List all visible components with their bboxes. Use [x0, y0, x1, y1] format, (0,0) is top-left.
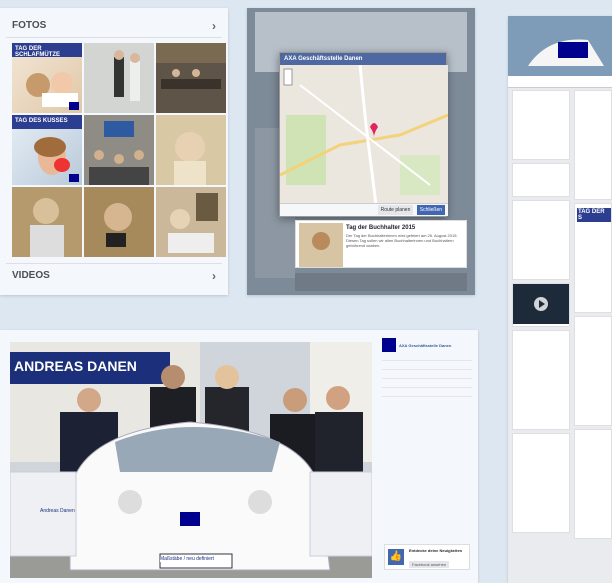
- sign-text: ANDREAS DANEN: [14, 358, 137, 374]
- right-column: TAG DER S: [574, 90, 612, 542]
- post-card[interactable]: [574, 90, 612, 200]
- post-text: Der Tag der Buchhalterinnen wird gefeier…: [346, 233, 458, 248]
- promo-title: Entdecke deine Neuigkeiten: [409, 548, 463, 553]
- chevron-right-icon[interactable]: ›: [212, 19, 216, 33]
- post-title: Tag der Buchhalter 2015: [346, 225, 416, 231]
- post-card[interactable]: [574, 429, 612, 539]
- close-button[interactable]: Schließen: [416, 205, 445, 215]
- videos-block[interactable]: [512, 283, 570, 327]
- map-view[interactable]: [280, 65, 448, 205]
- photos-block[interactable]: [512, 200, 570, 280]
- sidebar-row: [382, 372, 472, 379]
- post-card[interactable]: [574, 316, 612, 426]
- route-button[interactable]: Route planen: [377, 205, 414, 215]
- post-preview[interactable]: Tag der Buchhalter 2015 Der Tag der Buch…: [295, 220, 467, 268]
- map-dialog-panel: AXA Geschäftsstelle Danen Route planen S…: [247, 8, 475, 295]
- axa-logo-icon: [69, 174, 79, 182]
- photo-tile[interactable]: TAG DER SCHLAFMÜTZE: [12, 43, 82, 113]
- map-dialog: AXA Geschäftsstelle Danen Route planen S…: [279, 52, 448, 217]
- promo-button[interactable]: Facebook ansehen: [409, 561, 450, 568]
- axa-logo-icon: [69, 102, 79, 110]
- likes-block: [512, 433, 570, 533]
- page-avatar[interactable]: [382, 338, 396, 352]
- photo-tile[interactable]: [156, 187, 226, 257]
- photos-header[interactable]: FOTOS ›: [6, 14, 222, 38]
- team-photo-panel: ANDREAS DANEN Andreas Danen Maßstäbe / n…: [0, 330, 478, 583]
- left-column: [512, 90, 570, 536]
- photo-tile[interactable]: TAG DES KUSSES: [12, 115, 82, 185]
- photos-title: FOTOS: [12, 20, 47, 31]
- photo-tile[interactable]: [156, 43, 226, 113]
- door-name: Andreas Danen: [40, 508, 75, 514]
- cover-photo[interactable]: [508, 16, 612, 76]
- dialog-footer: Route planen Schließen: [280, 203, 448, 216]
- posts-block: [512, 330, 570, 430]
- post-card[interactable]: TAG DER S: [574, 203, 612, 313]
- page-sidebar: AXA Geschäftsstelle Danen 👍 Entdecke dei…: [382, 338, 472, 578]
- photo-tile[interactable]: [12, 187, 82, 257]
- sidebar-row: [382, 381, 472, 388]
- post-tag: TAG DER S: [577, 208, 611, 222]
- facebook-page-strip: TAG DER S: [508, 16, 612, 583]
- team-photo[interactable]: ANDREAS DANEN Andreas Danen Maßstäbe / n…: [10, 342, 372, 578]
- car-slogan: Maßstäbe / neu definiert: [160, 556, 214, 562]
- sidebar-row: [382, 390, 472, 397]
- photo-tile[interactable]: [84, 115, 154, 185]
- page-tabs[interactable]: [508, 76, 612, 88]
- sidebar-row: [382, 363, 472, 370]
- photo-tile[interactable]: [84, 43, 154, 113]
- photo-tile[interactable]: [156, 115, 226, 185]
- videos-title: VIDEOS: [12, 270, 50, 281]
- chevron-right-icon[interactable]: ›: [212, 269, 216, 283]
- sidebar-row: [382, 354, 472, 361]
- photo-tile[interactable]: [84, 187, 154, 257]
- info-block: [512, 90, 570, 160]
- photo-grid: TAG DER SCHLAFMÜTZE TAG DES KUSSES: [12, 43, 226, 257]
- map-block[interactable]: [512, 163, 570, 197]
- dialog-title: AXA Geschäftsstelle Danen: [280, 53, 446, 65]
- photos-panel: FOTOS › TAG DER SCHLAFMÜTZE TAG DES KUSS…: [0, 8, 228, 295]
- page-name[interactable]: AXA Geschäftsstelle Danen: [399, 343, 451, 348]
- videos-header[interactable]: VIDEOS ›: [6, 263, 222, 287]
- promo-card[interactable]: 👍 Entdecke deine Neuigkeiten Facebook an…: [384, 544, 470, 570]
- thumbs-up-icon: 👍: [388, 549, 404, 565]
